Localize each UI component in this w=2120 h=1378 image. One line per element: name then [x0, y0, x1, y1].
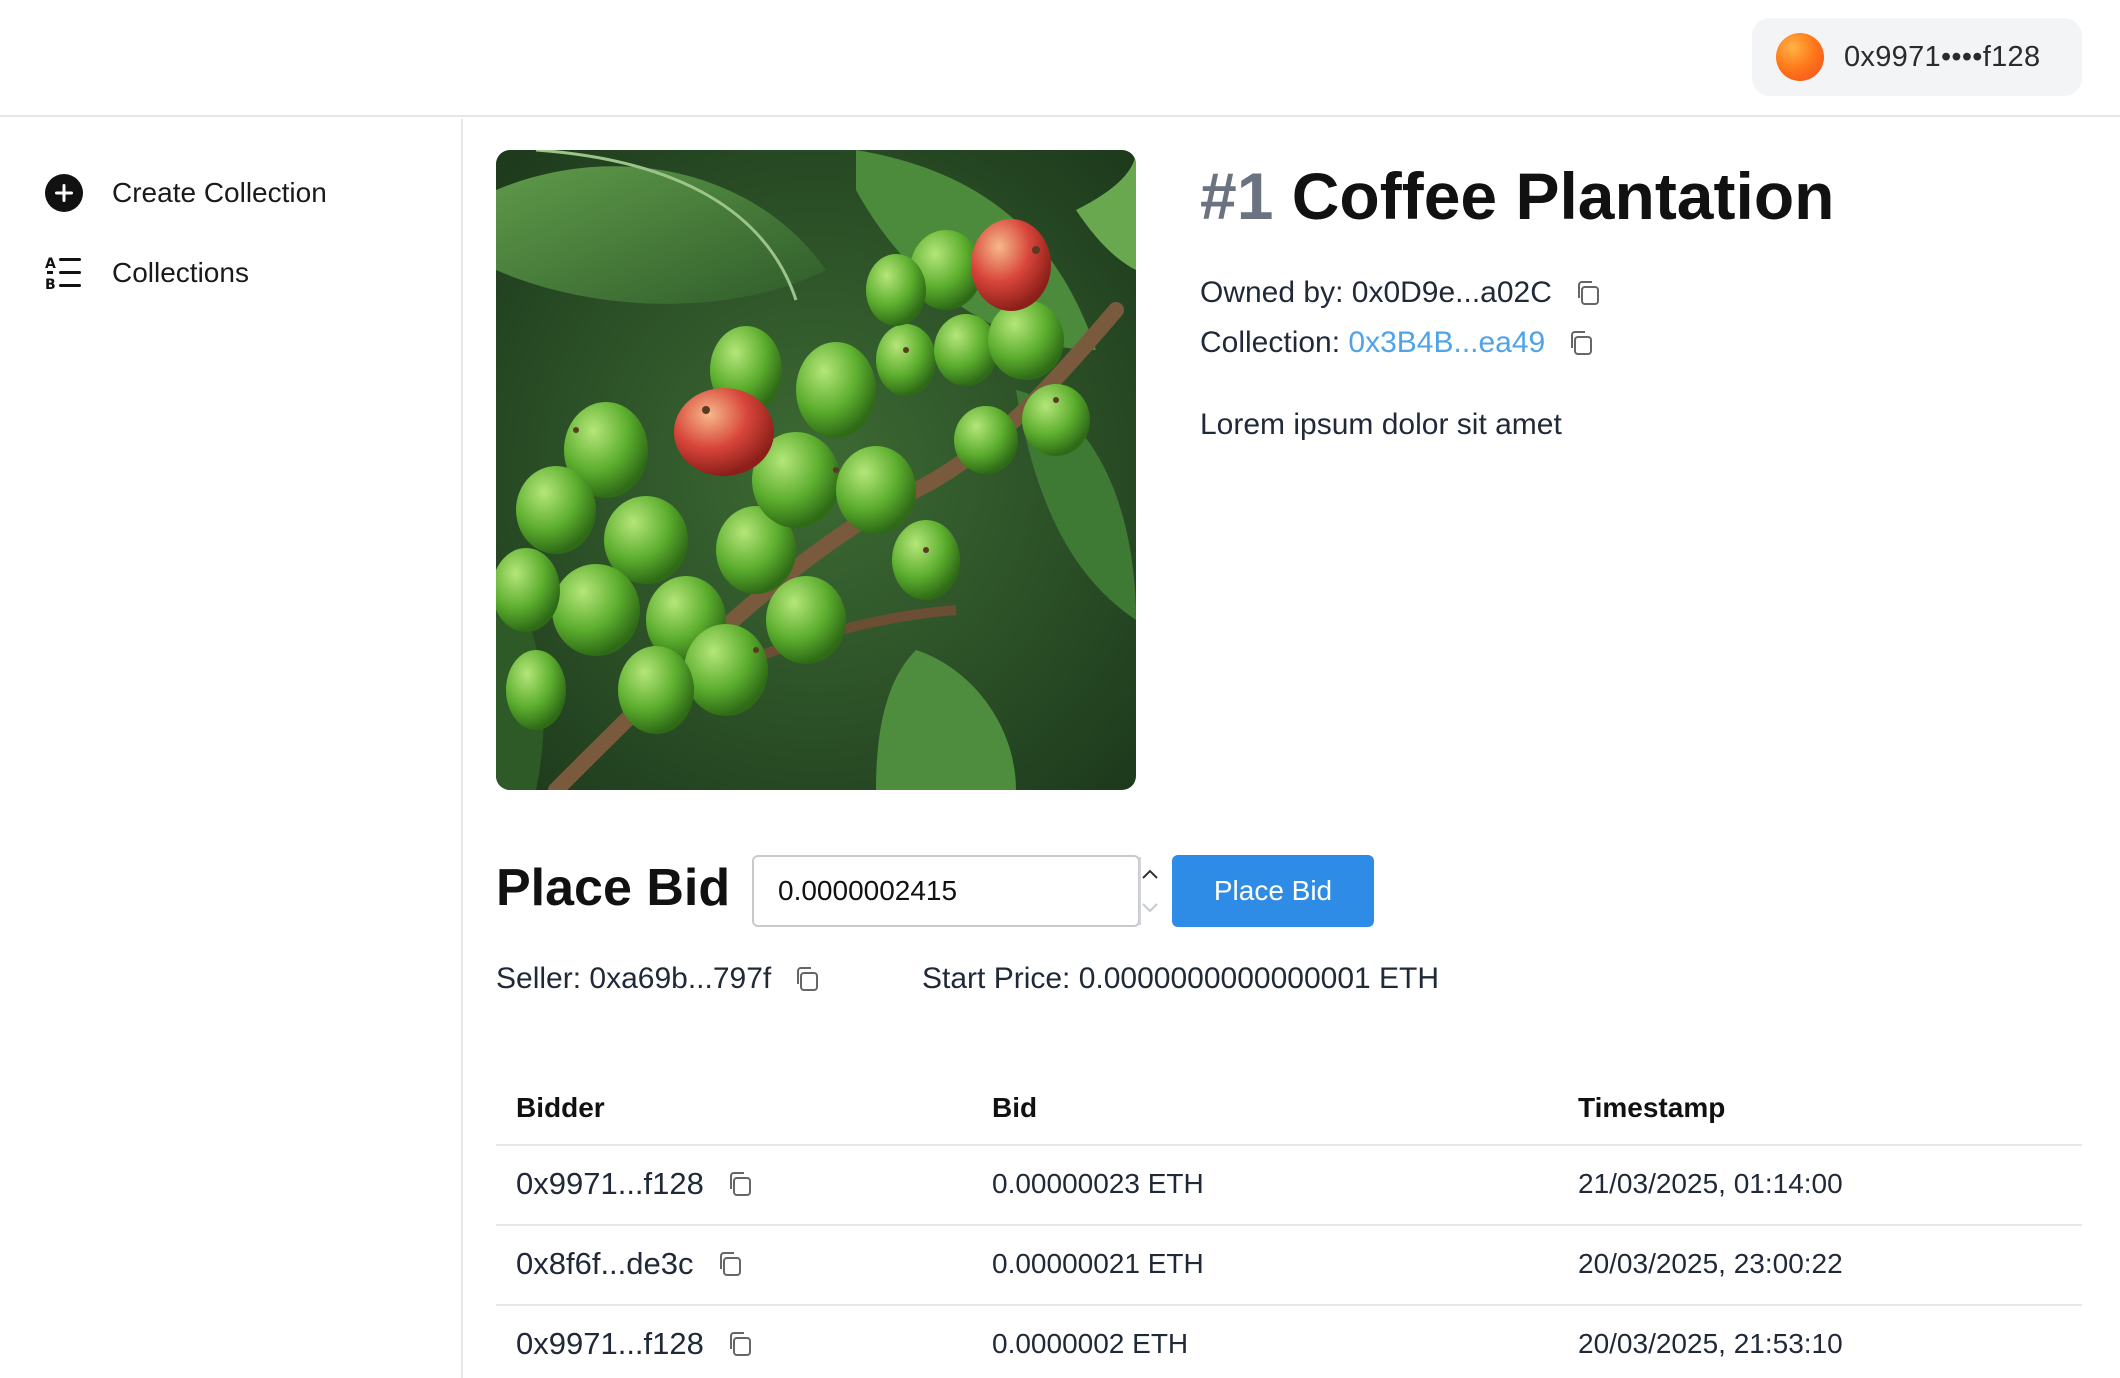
wallet-button[interactable]: 0x9971••••f128: [1752, 18, 2082, 96]
sidebar-item-create-collection[interactable]: Create Collection: [44, 173, 327, 213]
timestamp-cell: 20/03/2025, 23:00:22: [1578, 1248, 1843, 1279]
bid-amount-input[interactable]: [754, 857, 1139, 925]
nft-name: Coffee Plantation: [1291, 159, 1835, 233]
top-bar: 0x9971••••f128: [0, 0, 2120, 117]
bidder-cell: 0x9971...f128: [516, 1326, 754, 1362]
table-row: 0x8f6f...de3c 0.00000021 ETH 20/03/2025,…: [496, 1226, 2082, 1306]
timestamp-cell: 21/03/2025, 01:14:00: [1578, 1168, 1843, 1199]
bidder-cell: 0x9971...f128: [516, 1166, 754, 1202]
copy-icon[interactable]: [716, 1250, 744, 1278]
bidder-cell: 0x8f6f...de3c: [516, 1246, 744, 1282]
table-row: 0x9971...f128 0.0000002 ETH 20/03/2025, …: [496, 1306, 2082, 1378]
bid-cell: 0.00000021 ETH: [992, 1248, 1204, 1279]
nft-image: [496, 150, 1136, 790]
start-price-label: Start Price:: [922, 962, 1071, 995]
nft-title: #1 Coffee Plantation: [1200, 158, 1834, 234]
plus-circle-icon: [44, 173, 84, 213]
owner-address: 0x0D9e...a02C: [1351, 276, 1552, 309]
column-header-bid: Bid: [992, 1092, 1038, 1123]
bidder-address: 0x9971...f128: [516, 1326, 704, 1361]
start-price-value: 0.0000000000000001 ETH: [1078, 962, 1440, 995]
place-bid-heading: Place Bid: [496, 859, 731, 917]
bidder-address: 0x9971...f128: [516, 1166, 704, 1201]
collection-link[interactable]: 0x3B4B...ea49: [1348, 326, 1545, 360]
svg-text:A: A: [45, 256, 56, 272]
bid-cell: 0.0000002 ETH: [992, 1328, 1189, 1359]
nft-number: #1: [1200, 159, 1274, 233]
wallet-address: 0x9971••••f128: [1844, 40, 2041, 73]
sidebar-item-collections[interactable]: A B Collections: [44, 253, 249, 293]
seller-address: 0xa69b...797f: [589, 962, 772, 995]
collection-label: Collection:: [1200, 326, 1341, 359]
chevron-up-icon: [1142, 869, 1158, 879]
stepper-up[interactable]: [1141, 857, 1159, 891]
copy-icon[interactable]: [726, 1330, 754, 1358]
collection-line: Collection: 0x3B4B...ea49: [1200, 326, 1595, 360]
owner-line: Owned by: 0x0D9e...a02C: [1200, 276, 1602, 310]
table-header: Bidder Bid Timestamp: [496, 1078, 2082, 1146]
column-header-timestamp: Timestamp: [1578, 1092, 1726, 1123]
seller-label: Seller:: [496, 962, 582, 995]
wallet-avatar: [1776, 33, 1824, 81]
timestamp-cell: 20/03/2025, 21:53:10: [1578, 1328, 1843, 1359]
copy-icon[interactable]: [726, 1170, 754, 1198]
list-icon: A B: [44, 253, 84, 293]
sidebar: Create Collection A B Collections: [0, 119, 463, 1378]
copy-icon[interactable]: [793, 965, 821, 993]
stepper-down[interactable]: [1141, 891, 1159, 925]
svg-text:B: B: [45, 277, 56, 293]
sidebar-item-label: Create Collection: [112, 177, 327, 208]
place-bid-button[interactable]: Place Bid: [1172, 855, 1374, 927]
nft-description: Lorem ipsum dolor sit amet: [1200, 408, 1562, 441]
owned-by-label: Owned by:: [1200, 276, 1344, 309]
chevron-down-icon: [1142, 903, 1158, 913]
start-price-line: Start Price: 0.0000000000000001 ETH: [922, 962, 1439, 996]
column-header-bidder: Bidder: [516, 1092, 605, 1123]
table-row: 0x9971...f128 0.00000023 ETH 21/03/2025,…: [496, 1146, 2082, 1226]
sidebar-item-label: Collections: [112, 257, 249, 288]
bid-amount-field: [752, 855, 1158, 927]
copy-icon[interactable]: [1567, 329, 1595, 357]
bids-table: Bidder Bid Timestamp 0x9971...f128 0.000…: [496, 1078, 2082, 1378]
bid-stepper: [1139, 857, 1159, 925]
bid-cell: 0.00000023 ETH: [992, 1168, 1204, 1199]
bidder-address: 0x8f6f...de3c: [516, 1246, 694, 1281]
copy-icon[interactable]: [1574, 279, 1602, 307]
seller-line: Seller: 0xa69b...797f: [496, 962, 821, 996]
